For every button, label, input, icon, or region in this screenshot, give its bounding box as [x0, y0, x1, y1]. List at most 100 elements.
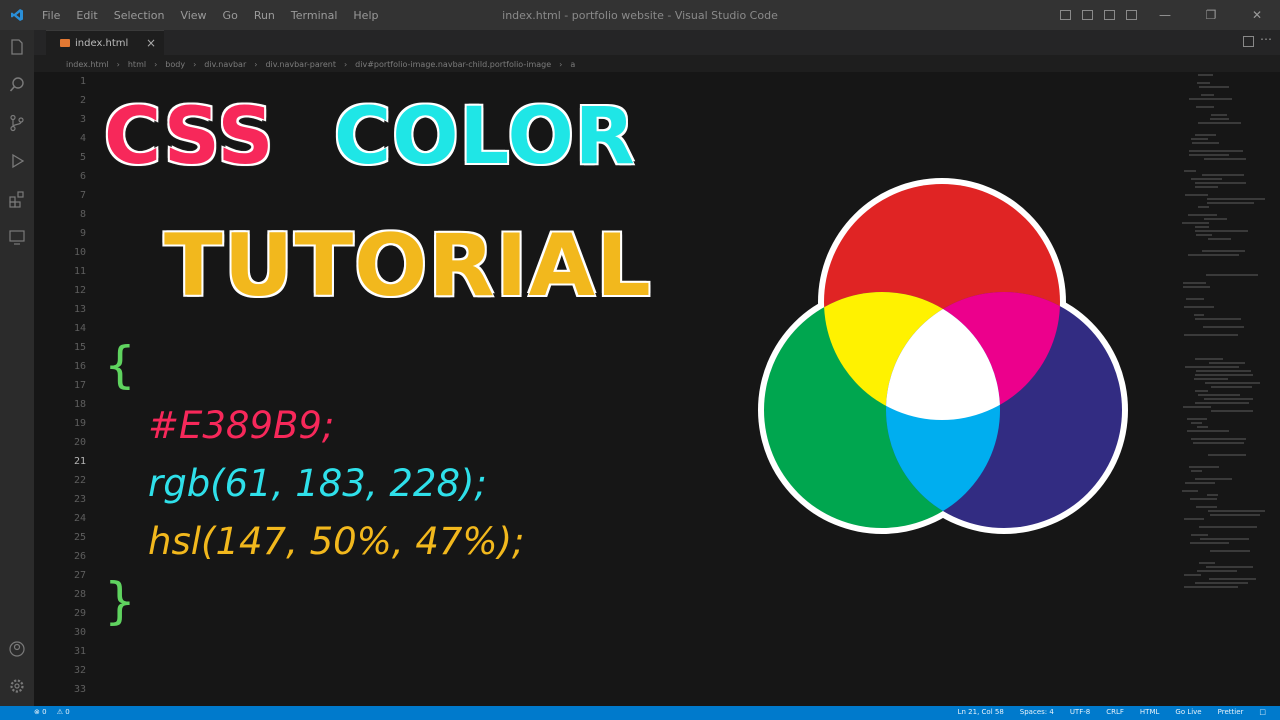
line-number: 12: [73, 285, 86, 296]
search-icon[interactable]: [8, 76, 26, 94]
menu-edit[interactable]: Edit: [68, 9, 105, 22]
minimap-line: [1188, 254, 1239, 256]
notifications-bell-icon[interactable]: □: [1259, 708, 1266, 716]
minimap-line: [1198, 206, 1209, 208]
line-number: 24: [73, 513, 86, 524]
menu-selection[interactable]: Selection: [106, 9, 173, 22]
toggle-sidebar-icon[interactable]: [1054, 0, 1076, 30]
split-editor-icon[interactable]: [1243, 36, 1254, 47]
line-number: 18: [73, 399, 86, 410]
line-number: 10: [73, 247, 86, 258]
breadcrumb-separator: ›: [193, 59, 197, 69]
toggle-panel-icon[interactable]: [1076, 0, 1098, 30]
rgb-venn-diagram: [758, 178, 1128, 534]
errors-count[interactable]: ⊗ 0 ⚠ 0: [34, 708, 78, 716]
code-hsl-color: hsl(147, 50%, 47%);: [148, 520, 525, 563]
breadcrumb-item[interactable]: body: [165, 60, 185, 69]
minimap-line: [1195, 582, 1248, 584]
language-mode[interactable]: HTML: [1140, 708, 1159, 716]
menu-help[interactable]: Help: [345, 9, 386, 22]
minimap-line: [1207, 494, 1218, 496]
line-number: 14: [73, 323, 86, 334]
window-controls: — ❐ ✕: [1054, 0, 1280, 30]
run-debug-icon[interactable]: [8, 152, 26, 170]
extensions-icon[interactable]: [8, 190, 26, 208]
breadcrumb-item[interactable]: html: [128, 60, 146, 69]
close-brace: }: [104, 572, 136, 630]
minimap-line: [1198, 122, 1241, 124]
minimap-line: [1191, 438, 1246, 440]
title-tutorial: TUTORIAL: [164, 216, 652, 316]
close-tab-icon[interactable]: ×: [146, 36, 156, 50]
minimap-line: [1192, 142, 1219, 144]
end-of-line[interactable]: CRLF: [1106, 708, 1124, 716]
menu-run[interactable]: Run: [246, 9, 283, 22]
minimap[interactable]: [1174, 72, 1278, 612]
prettier-status[interactable]: Prettier: [1218, 708, 1244, 716]
minimap-line: [1205, 382, 1260, 384]
tab-index-html[interactable]: index.html ×: [46, 30, 164, 55]
minimap-line: [1209, 362, 1245, 364]
settings-gear-icon[interactable]: [8, 677, 26, 695]
account-icon[interactable]: [8, 640, 26, 658]
minimap-line: [1195, 230, 1248, 232]
indentation[interactable]: Spaces: 4: [1020, 708, 1054, 716]
line-number: 32: [73, 665, 86, 676]
minimap-line: [1189, 466, 1219, 468]
menu-go[interactable]: Go: [215, 9, 246, 22]
minimap-line: [1195, 478, 1232, 480]
breadcrumb-separator: ›: [154, 59, 158, 69]
minimap-line: [1184, 306, 1214, 308]
minimap-line: [1183, 286, 1210, 288]
line-number: 4: [79, 133, 86, 144]
cursor-position[interactable]: Ln 21, Col 58: [958, 708, 1004, 716]
close-window-button[interactable]: ✕: [1234, 0, 1280, 30]
line-number: 8: [79, 209, 86, 220]
line-number: 22: [73, 475, 86, 486]
minimap-line: [1204, 158, 1246, 160]
menu-view[interactable]: View: [172, 9, 214, 22]
breadcrumb-item[interactable]: div.navbar: [204, 60, 246, 69]
remote-explorer-icon[interactable]: [8, 228, 26, 246]
line-number: 16: [73, 361, 86, 372]
source-control-icon[interactable]: [8, 114, 26, 132]
line-number: 33: [73, 684, 86, 695]
minimap-line: [1191, 138, 1208, 140]
minimap-line: [1195, 182, 1246, 184]
go-live-button[interactable]: Go Live: [1175, 708, 1201, 716]
minimap-line: [1184, 170, 1196, 172]
minimap-line: [1203, 326, 1244, 328]
toggle-secondary-sidebar-icon[interactable]: [1098, 0, 1120, 30]
breadcrumb-item[interactable]: index.html: [66, 60, 109, 69]
minimap-line: [1209, 578, 1256, 580]
menu-file[interactable]: File: [34, 9, 68, 22]
title-css: CSS: [104, 92, 275, 182]
breadcrumb-item[interactable]: a: [570, 60, 575, 69]
breadcrumb-separator: ›: [116, 59, 120, 69]
line-number: 6: [79, 171, 86, 182]
minimize-button[interactable]: —: [1142, 0, 1188, 30]
minimap-line: [1200, 538, 1249, 540]
line-number: 11: [73, 266, 86, 277]
minimap-line: [1196, 234, 1212, 236]
customize-layout-icon[interactable]: [1120, 0, 1142, 30]
restore-button[interactable]: ❐: [1188, 0, 1234, 30]
line-number: 15: [73, 342, 86, 353]
line-number: 28: [73, 589, 86, 600]
minimap-line: [1189, 98, 1232, 100]
menu-terminal[interactable]: Terminal: [283, 9, 346, 22]
breadcrumb-item[interactable]: div.navbar-parent: [265, 60, 336, 69]
minimap-line: [1182, 490, 1198, 492]
breadcrumb-item[interactable]: div#portfolio-image.navbar-child.portfol…: [355, 60, 551, 69]
minimap-line: [1195, 186, 1218, 188]
file-encoding[interactable]: UTF-8: [1070, 708, 1090, 716]
explorer-icon[interactable]: [8, 38, 26, 56]
minimap-line: [1210, 514, 1260, 516]
open-brace: {: [104, 336, 136, 394]
minimap-line: [1206, 274, 1258, 276]
minimap-line: [1195, 134, 1216, 136]
more-actions-icon[interactable]: ⋯: [1260, 32, 1272, 46]
minimap-line: [1184, 518, 1204, 520]
minimap-line: [1210, 118, 1229, 120]
line-number: 25: [73, 532, 86, 543]
